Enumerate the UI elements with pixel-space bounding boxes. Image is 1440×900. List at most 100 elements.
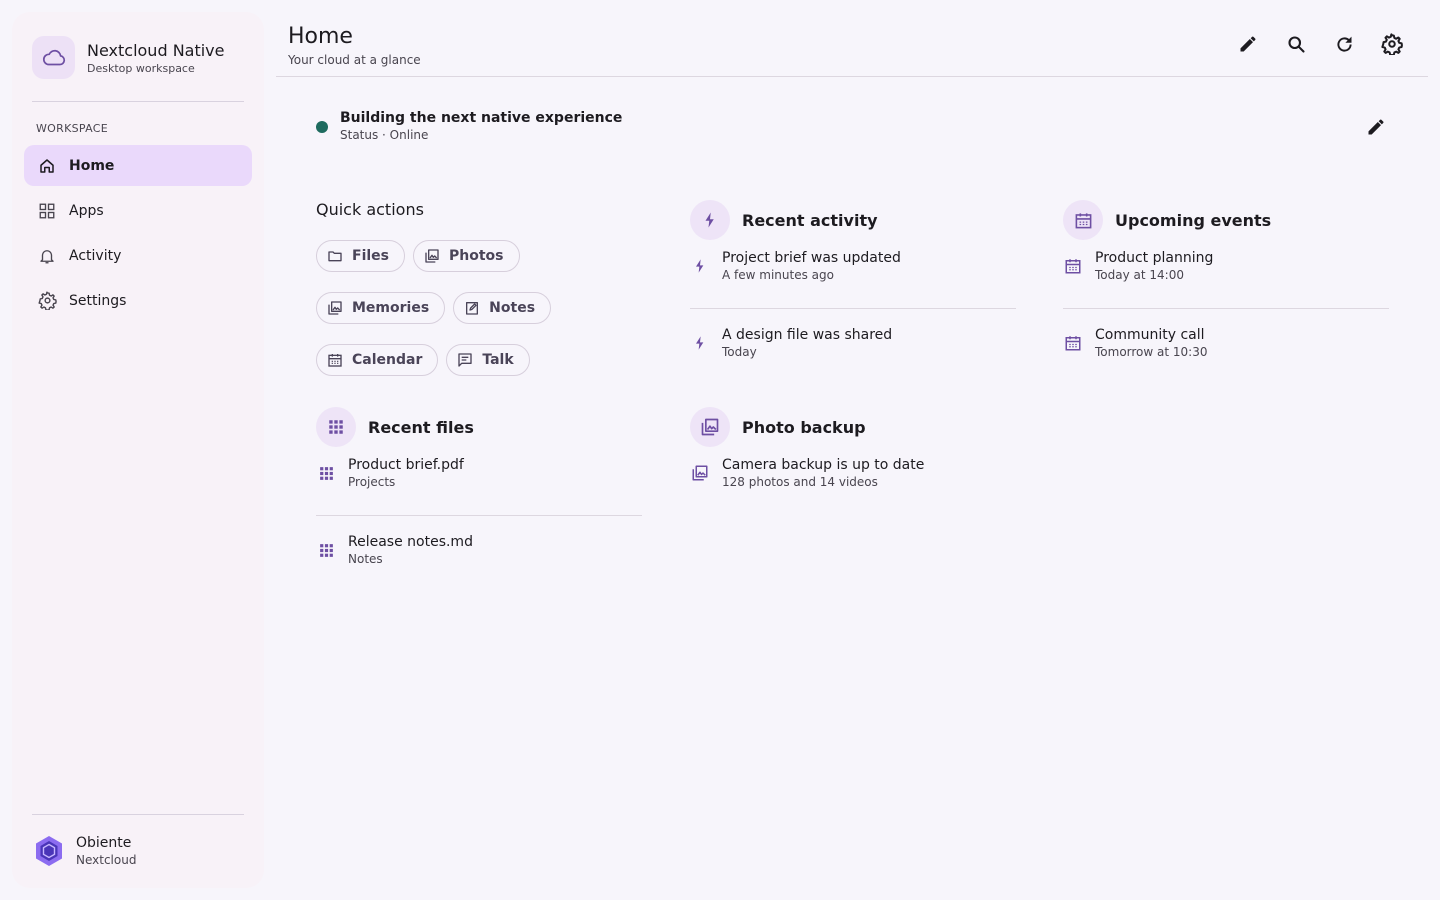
sidebar-item-label: Home: [69, 157, 115, 174]
refresh-icon: [1334, 34, 1355, 55]
photos-icon: [424, 248, 440, 264]
page-subtitle: Your cloud at a glance: [288, 53, 421, 67]
edit-status-button[interactable]: [1364, 115, 1388, 139]
gear-icon: [37, 291, 57, 311]
sidebar-divider: [32, 814, 244, 815]
sidebar-item-label: Settings: [69, 292, 127, 309]
chip-memories[interactable]: Memories: [316, 292, 446, 324]
quick-actions-chips: Files Photos Memories Notes Calendar Tal…: [316, 240, 646, 396]
upcoming-events-card: Upcoming events Product planning Today a…: [1063, 200, 1389, 376]
card-title: Upcoming events: [1115, 210, 1272, 230]
card-title: Photo backup: [742, 417, 866, 437]
chip-calendar[interactable]: Calendar: [316, 344, 439, 376]
chip-talk[interactable]: Talk: [446, 344, 530, 376]
sidebar-item-settings[interactable]: Settings: [24, 280, 252, 321]
header-divider: [276, 76, 1428, 77]
sidebar-item-label: Activity: [69, 247, 122, 264]
recent-files-card: Recent files Product brief.pdf Projects …: [316, 407, 642, 583]
photos-icon: [690, 463, 710, 483]
calendar-icon: [1063, 200, 1103, 240]
activity-item[interactable]: Project brief was updated A few minutes …: [690, 240, 1016, 308]
hexagon-avatar-icon: [32, 834, 66, 868]
event-title: Community call: [1095, 327, 1205, 343]
event-item[interactable]: Community call Tomorrow at 10:30: [1063, 308, 1389, 376]
notes-icon: [464, 300, 480, 316]
account-name: Obiente: [76, 835, 132, 851]
apps-dots-icon: [316, 463, 336, 483]
sidebar-item-apps[interactable]: Apps: [24, 190, 252, 231]
activity-time: Today: [722, 345, 757, 359]
refresh-button[interactable]: [1332, 32, 1356, 56]
file-folder: Projects: [348, 475, 396, 489]
bolt-icon: [690, 200, 730, 240]
quick-actions: Quick actions Files Photos Memories Note…: [316, 200, 646, 396]
chip-label: Photos: [449, 248, 504, 264]
sidebar-item-home[interactable]: Home: [24, 145, 252, 186]
sidebar-nav: Home Apps Activity Settings: [24, 145, 252, 325]
chip-notes[interactable]: Notes: [453, 292, 552, 324]
calendar-icon: [327, 352, 343, 368]
file-name: Product brief.pdf: [348, 457, 464, 473]
apps-dots-icon: [316, 407, 356, 447]
status-banner: Building the next native experience Stat…: [316, 110, 622, 142]
event-item[interactable]: Product planning Today at 14:00: [1063, 240, 1389, 308]
sidebar-item-label: Apps: [69, 202, 104, 219]
edit-button[interactable]: [1236, 32, 1260, 56]
cloud-icon: [32, 36, 75, 79]
card-title: Recent files: [368, 417, 474, 437]
backup-detail: 128 photos and 14 videos: [722, 475, 878, 489]
chip-label: Files: [352, 248, 389, 264]
brand: Nextcloud Native Desktop workspace: [32, 36, 225, 79]
section-label: WORKSPACE: [36, 122, 108, 135]
activity-title: Project brief was updated: [722, 250, 901, 266]
photos-icon: [690, 407, 730, 447]
gear-icon: [1381, 33, 1403, 55]
file-item[interactable]: Release notes.md Notes: [316, 515, 642, 583]
event-title: Product planning: [1095, 250, 1214, 266]
file-folder: Notes: [348, 552, 383, 566]
apps-grid-icon: [37, 201, 57, 221]
edit-icon: [1366, 117, 1386, 137]
apps-dots-icon: [316, 540, 336, 560]
settings-button[interactable]: [1380, 32, 1404, 56]
sidebar-item-activity[interactable]: Activity: [24, 235, 252, 276]
file-name: Release notes.md: [348, 534, 473, 550]
folder-icon: [327, 248, 343, 264]
search-button[interactable]: [1284, 32, 1308, 56]
backup-status: Camera backup is up to date: [722, 457, 925, 473]
activity-item[interactable]: A design file was shared Today: [690, 308, 1016, 376]
event-time: Tomorrow at 10:30: [1095, 345, 1208, 359]
brand-subtitle: Desktop workspace: [87, 61, 195, 75]
sidebar: Nextcloud Native Desktop workspace WORKS…: [12, 12, 264, 888]
home-icon: [37, 156, 57, 176]
search-icon: [1286, 34, 1307, 55]
chip-photos[interactable]: Photos: [413, 240, 520, 272]
activity-time: A few minutes ago: [722, 268, 834, 282]
chip-label: Talk: [482, 352, 514, 368]
bolt-icon: [690, 333, 710, 353]
recent-activity-card: Recent activity Project brief was update…: [690, 200, 1016, 376]
activity-title: A design file was shared: [722, 327, 893, 343]
card-title: Recent activity: [742, 210, 878, 230]
event-time: Today at 14:00: [1095, 268, 1184, 282]
bell-icon: [37, 246, 57, 266]
chip-label: Calendar: [352, 352, 423, 368]
chat-icon: [457, 352, 473, 368]
calendar-icon: [1063, 333, 1083, 353]
status-detail: Status · Online: [340, 128, 429, 142]
quick-actions-title: Quick actions: [316, 200, 424, 219]
file-item[interactable]: Product brief.pdf Projects: [316, 447, 642, 515]
status-indicator: [316, 121, 328, 133]
account-switcher[interactable]: Obiente Nextcloud: [32, 834, 136, 868]
chip-label: Notes: [489, 300, 536, 316]
account-server: Nextcloud: [76, 853, 137, 867]
page-header: Home Your cloud at a glance: [288, 24, 421, 67]
photos-icon: [327, 300, 343, 316]
chip-label: Memories: [352, 300, 430, 316]
header-actions: [1212, 32, 1404, 56]
backup-item[interactable]: Camera backup is up to date 128 photos a…: [690, 447, 1016, 515]
sidebar-divider: [32, 101, 244, 102]
chip-files[interactable]: Files: [316, 240, 405, 272]
edit-icon: [1238, 34, 1258, 54]
calendar-icon: [1063, 256, 1083, 276]
